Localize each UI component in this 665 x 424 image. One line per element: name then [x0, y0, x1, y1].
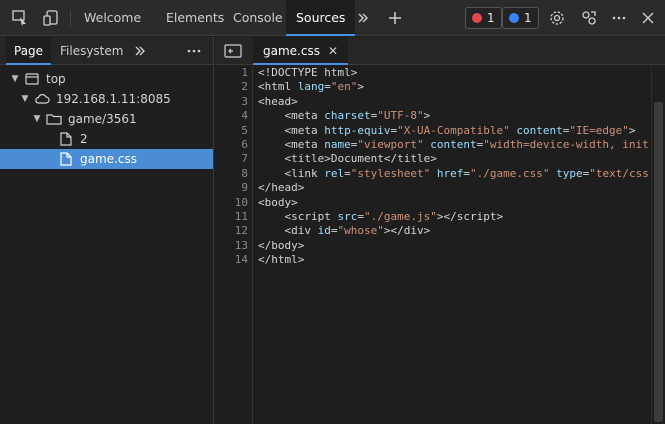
code-line: </body>: [258, 238, 305, 252]
line-number[interactable]: 14: [215, 253, 252, 267]
errors-badge[interactable]: 1: [465, 7, 502, 29]
code-line: <title>Document</title>: [284, 152, 437, 166]
file-icon: [58, 131, 74, 147]
tab-page[interactable]: Page: [6, 37, 52, 65]
expanded-triangle-icon[interactable]: ▼: [10, 74, 20, 84]
devtools-toolbar: Welcome Elements Console Sources 1 1: [0, 0, 665, 36]
editor-tab-game-css[interactable]: game.css ✕: [253, 37, 349, 65]
close-tab-icon[interactable]: ✕: [328, 44, 338, 58]
code-line: <body>: [258, 195, 298, 209]
tree-item-top[interactable]: ▼ top: [0, 69, 213, 89]
messages-badge[interactable]: 1: [502, 7, 539, 29]
line-number[interactable]: 8: [215, 167, 252, 181]
code-editor: game.css ✕ 1 2 3 4 5 6 7 8 9 10 11 12 13 14 <!DOCTYPE …: [215, 37, 665, 424]
frame-icon: [24, 71, 40, 87]
line-number[interactable]: 10: [215, 196, 252, 210]
vertical-scrollbar[interactable]: [651, 66, 665, 424]
errors-count: 1: [487, 11, 495, 25]
expanded-triangle-icon[interactable]: ▼: [20, 94, 30, 104]
expanded-triangle-icon[interactable]: ▼: [32, 114, 42, 124]
navigator-tabs: Page Filesystem: [0, 37, 213, 65]
code-content[interactable]: <!DOCTYPE html> <html lang="en"> <head> …: [258, 66, 651, 424]
tab-welcome[interactable]: Welcome: [74, 0, 151, 36]
code-line: </head>: [258, 181, 305, 195]
tree-item-label: top: [46, 72, 66, 86]
file-icon: [58, 151, 74, 167]
line-number[interactable]: 1: [215, 66, 252, 80]
more-options-ellipsis-icon[interactable]: [609, 8, 629, 28]
code-line: <div id="whose"></div>: [284, 224, 431, 238]
tree-item-label: 2: [80, 132, 88, 146]
editor-tab-label: game.css: [263, 44, 320, 58]
more-navigator-tabs-chevron-icon[interactable]: [130, 41, 150, 61]
line-number[interactable]: 7: [215, 152, 252, 166]
sources-navigator: Page Filesystem ▼ top ▼ 192.168.1.11:808…: [0, 37, 214, 424]
line-number[interactable]: 5: [215, 124, 252, 138]
tree-item-file-2[interactable]: 2: [0, 129, 213, 149]
error-icon: [472, 13, 482, 23]
navigator-menu-ellipsis-icon[interactable]: [184, 41, 204, 61]
line-number[interactable]: 11: [215, 210, 252, 224]
settings-gear-icon[interactable]: [547, 8, 567, 28]
toolbar-divider: [70, 10, 71, 26]
code-line: <script src="./game.js"></script>: [284, 209, 504, 223]
folder-icon: [46, 111, 62, 127]
close-devtools-icon[interactable]: [638, 8, 658, 28]
line-number[interactable]: 13: [215, 239, 252, 253]
tree-item-label: game/3561: [68, 112, 137, 126]
tab-console[interactable]: Console: [223, 0, 293, 36]
add-tab-plus-icon[interactable]: [385, 8, 405, 28]
code-line: <meta http-equiv="X-UA-Compatible" conte…: [284, 123, 636, 137]
tree-item-label: 192.168.1.11:8085: [56, 92, 171, 106]
cloud-icon: [34, 91, 50, 107]
code-line: <link rel="stylesheet" href="./game.css"…: [284, 166, 649, 180]
tree-item-folder[interactable]: ▼ game/3561: [0, 109, 213, 129]
editor-tabs: game.css ✕: [215, 37, 665, 65]
code-line: <head>: [258, 94, 298, 108]
code-line: <meta charset="UTF-8">: [284, 109, 431, 123]
device-emulation-icon[interactable]: [42, 8, 62, 28]
code-line: <meta name="viewport" content="width=dev…: [284, 137, 649, 151]
messages-count: 1: [524, 11, 532, 25]
toggle-navigator-icon[interactable]: [223, 41, 243, 61]
tab-sources[interactable]: Sources: [286, 0, 356, 36]
line-number[interactable]: 12: [215, 224, 252, 238]
connected-devices-icon[interactable]: [579, 8, 599, 28]
line-number[interactable]: 2: [215, 80, 252, 94]
inspect-element-icon[interactable]: [10, 8, 30, 28]
code-line: <!DOCTYPE html>: [258, 66, 358, 79]
code-line: </html>: [258, 253, 305, 267]
line-number[interactable]: 6: [215, 138, 252, 152]
scrollbar-thumb[interactable]: [654, 102, 663, 422]
tree-item-file-game-css[interactable]: game.css: [0, 149, 213, 169]
tree-item-label: game.css: [80, 152, 137, 166]
tree-item-host[interactable]: ▼ 192.168.1.11:8085: [0, 89, 213, 109]
line-number[interactable]: 3: [215, 95, 252, 109]
more-tabs-chevron-icon[interactable]: [353, 8, 373, 28]
line-number[interactable]: 9: [215, 181, 252, 195]
code-line: <html lang="en">: [258, 80, 364, 94]
line-number[interactable]: 4: [215, 109, 252, 123]
line-number-gutter: 1 2 3 4 5 6 7 8 9 10 11 12 13 14: [215, 66, 253, 424]
message-icon: [509, 13, 519, 23]
tab-filesystem[interactable]: Filesystem: [52, 37, 131, 65]
